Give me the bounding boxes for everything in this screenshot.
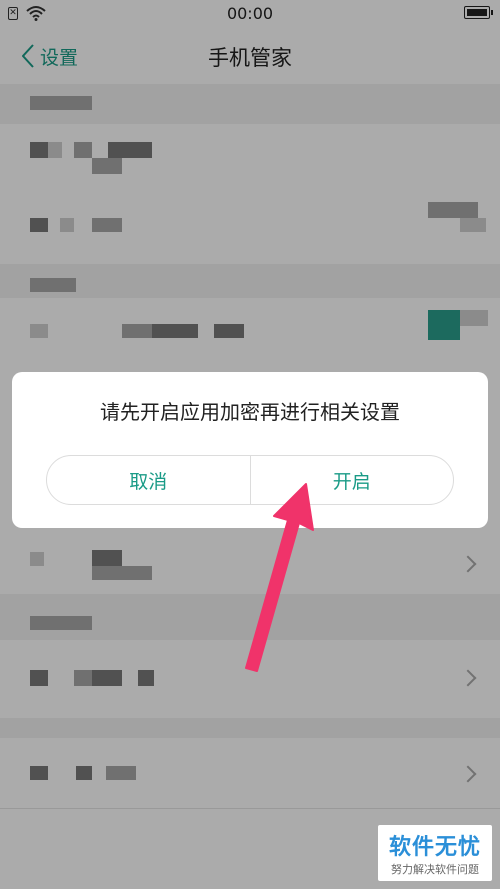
enable-button[interactable]: 开启 (251, 456, 454, 504)
watermark-title: 软件无忧 (388, 835, 481, 860)
watermark-logo: 软件无忧 努力解决软件问题 (378, 825, 492, 881)
encryption-dialog: 请先开启应用加密再进行相关设置 取消 开启 (12, 372, 488, 528)
cancel-button[interactable]: 取消 (47, 456, 250, 504)
dialog-message: 请先开启应用加密再进行相关设置 (100, 400, 400, 424)
watermark-subtitle: 努力解决软件问题 (391, 863, 479, 876)
dialog-button-group: 取消 开启 (46, 455, 454, 505)
